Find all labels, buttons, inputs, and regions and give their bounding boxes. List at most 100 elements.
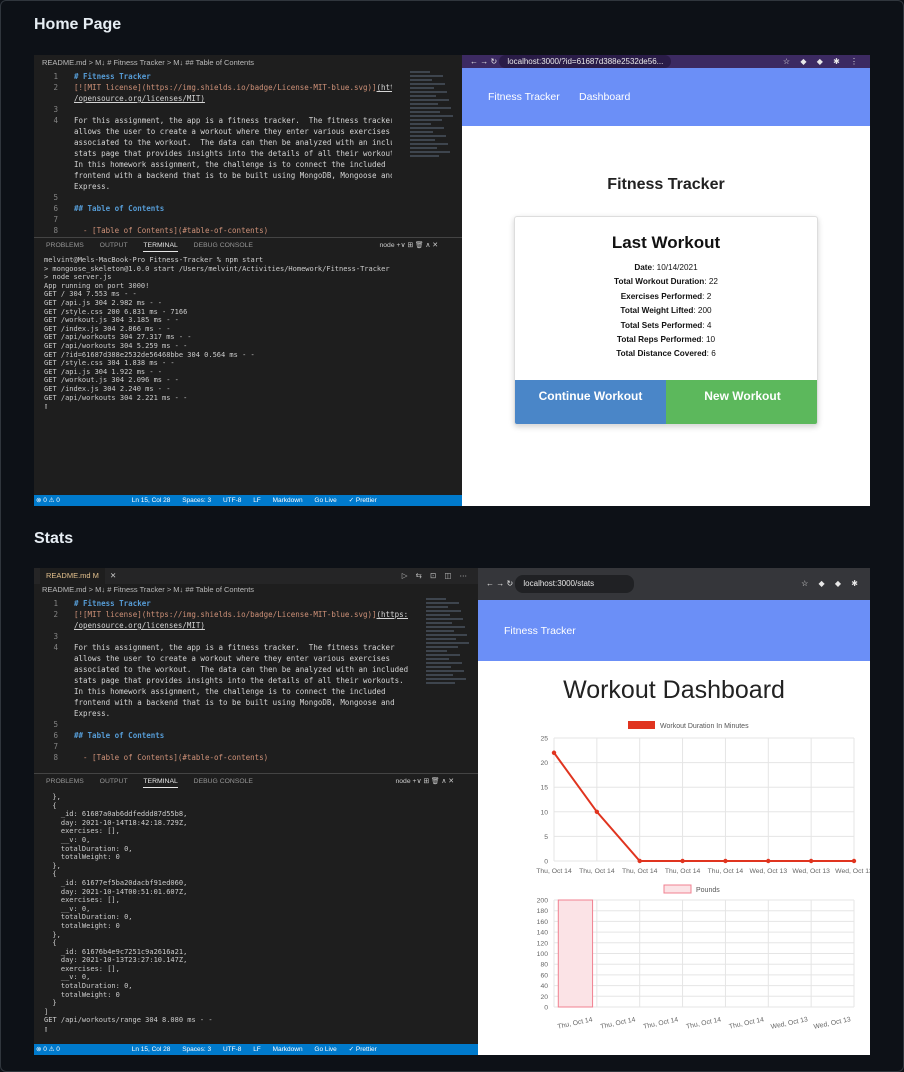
stat-label: Total Reps Performed [616, 335, 702, 345]
terminal-output[interactable]: melvint@Mels-MacBook-Pro Fitness-Tracker… [44, 256, 452, 492]
code-line[interactable]: stats page that provides insights into t… [74, 675, 408, 686]
terminal-output-stats[interactable]: }, { _id: 61687a0ab6ddfeddd87d55b8, day:… [44, 793, 468, 1038]
terminal-line: __v: 0, [44, 973, 91, 982]
code-line[interactable]: ## Table of Contents [74, 730, 408, 741]
link-url[interactable]: (https:/ [377, 610, 408, 619]
page-title: Fitness Tracker [607, 176, 725, 193]
status-eol[interactable]: LF [253, 497, 261, 504]
nav-dashboard-link[interactable]: Dashboard [579, 91, 630, 103]
status-indent[interactable]: Spaces: 3 [182, 1046, 211, 1053]
status-encoding[interactable]: UTF-8 [223, 1046, 241, 1053]
status-indent[interactable]: Spaces: 3 [182, 497, 211, 504]
code-line[interactable]: For this assignment, the app is a fitnes… [74, 115, 392, 126]
nav-brand-link[interactable]: Fitness Tracker [504, 625, 576, 637]
code-line[interactable]: associated to the workout. The data can … [74, 664, 408, 675]
back-icon[interactable]: ← [486, 579, 494, 588]
line-number: 2 [53, 610, 58, 619]
status-errors[interactable]: ⊗ 0 ⚠ 0 [36, 1046, 60, 1053]
status-errors[interactable]: ⊗ 0 ⚠ 0 [36, 497, 60, 504]
code-line[interactable]: /opensource.org/licenses/MIT) [74, 620, 408, 631]
minimap[interactable] [410, 71, 454, 159]
tab-terminal[interactable]: TERMINAL [143, 242, 178, 252]
status-go-live[interactable]: Go Live [314, 1046, 336, 1053]
x-tick-label: Thu, Oct 14 [665, 868, 701, 875]
terminal-line: > mongoose_skeleton@1.0.0 start /Users/m… [44, 264, 390, 273]
code-line[interactable]: frontend with a backend that is to be bu… [74, 697, 408, 708]
tab-output[interactable]: OUTPUT [100, 242, 128, 249]
code-line[interactable]: - [Table of Contents](#table-of-contents… [74, 225, 392, 236]
y-tick-label: 15 [540, 785, 548, 792]
terminal-actions[interactable]: node +∨ ⊞ 🗑 ∧ ✕ [379, 238, 438, 254]
code-line[interactable]: allows the user to create a workout wher… [74, 126, 392, 137]
code-line[interactable]: In this homework assignment, the challen… [74, 159, 392, 170]
section-heading-stats: Stats [34, 530, 74, 547]
readme-tab[interactable]: README.md M [40, 568, 105, 584]
code-line[interactable]: stats page that provides insights into t… [74, 148, 392, 159]
status-cursor-position[interactable]: Ln 15, Col 28 [132, 497, 171, 504]
code-line[interactable]: # Fitness Tracker [74, 71, 392, 82]
code-text: In this homework assignment, the challen… [74, 687, 386, 696]
terminal-actions[interactable]: node +∨ ⊞ 🗑 ∧ ✕ [395, 774, 454, 790]
code-line[interactable]: In this homework assignment, the challen… [74, 686, 408, 697]
reload-icon[interactable]: ↻ [490, 57, 497, 66]
tab-output[interactable]: OUTPUT [100, 778, 128, 785]
status-cursor-position[interactable]: Ln 15, Col 28 [132, 1046, 171, 1053]
duration-line-chart: Workout Duration In Minutes 0 5 10 15 20 25 Thu… [536, 721, 870, 875]
code-line[interactable]: For this assignment, the app is a fitnes… [74, 642, 408, 653]
forward-icon[interactable]: → [496, 579, 504, 588]
link-url[interactable]: (https:/ [377, 83, 392, 92]
code-line[interactable]: frontend with a backend that is to be bu… [74, 170, 392, 181]
status-language[interactable]: Markdown [273, 1046, 303, 1053]
code-line[interactable]: # Fitness Tracker [74, 598, 408, 609]
status-encoding[interactable]: UTF-8 [223, 497, 241, 504]
extensions-icons[interactable]: ☆ ◆ ◆ ✱ ⋮ [783, 55, 862, 68]
forward-icon[interactable]: → [480, 57, 488, 66]
reload-icon[interactable]: ↻ [506, 579, 513, 588]
editor-breadcrumb-stats[interactable]: README.md > M↓ # Fitness Tracker > M↓ ##… [34, 584, 478, 596]
code-line[interactable]: associated to the workout. The data can … [74, 137, 392, 148]
code-line[interactable]: [![MIT license](https://img.shields.io/b… [74, 82, 392, 93]
close-tab-icon[interactable]: ✕ [110, 571, 116, 580]
status-prettier[interactable]: ✓ Prettier [349, 1046, 377, 1053]
code-line[interactable]: allows the user to create a workout wher… [74, 653, 408, 664]
extensions-icons[interactable]: ☆ ◆ ◆ ✱ [801, 568, 862, 600]
new-workout-button[interactable]: New Workout [666, 380, 817, 424]
address-bar[interactable]: localhost:3000/stats [515, 575, 635, 593]
stat-row: Total Workout Duration: 22 [515, 275, 817, 289]
continue-workout-button[interactable]: Continue Workout [515, 380, 666, 424]
editor-actions[interactable]: ▷ ⇆ ⊡ ◫ ⋯ [402, 568, 470, 584]
status-go-live[interactable]: Go Live [314, 497, 336, 504]
stat-value: 10 [705, 335, 716, 345]
line-number: 1 [53, 72, 58, 81]
code-line[interactable]: Express. [74, 181, 392, 192]
data-point [637, 858, 642, 864]
tab-terminal[interactable]: TERMINAL [143, 778, 178, 788]
duration-series-line [553, 752, 854, 862]
nav-brand-link[interactable]: Fitness Tracker [488, 91, 560, 103]
tab-problems[interactable]: PROBLEMS [46, 242, 84, 249]
line-number: 3 [53, 632, 58, 641]
minimap[interactable] [426, 598, 470, 686]
code-line[interactable]: [![MIT license](https://img.shields.io/b… [74, 609, 408, 620]
x-tick-label: Thu, Oct 14 [536, 868, 572, 875]
markdown-editor-stats[interactable]: 1 # Fitness Tracker 2 [![MIT license](https… [34, 598, 478, 774]
status-language[interactable]: Markdown [273, 497, 303, 504]
tab-debug-console[interactable]: DEBUG CONSOLE [194, 778, 253, 785]
tab-debug-console[interactable]: DEBUG CONSOLE [194, 242, 253, 249]
status-eol[interactable]: LF [253, 1046, 261, 1053]
address-bar[interactable]: localhost:3000/?id=61687d388e2532de56... [499, 55, 672, 68]
terminal-line: GET /api/workouts 304 2.221 ms - - [44, 393, 188, 402]
editor-breadcrumb[interactable]: README.md > M↓ # Fitness Tracker > M↓ ##… [34, 57, 462, 69]
markdown-editor[interactable]: 1 # Fitness Tracker 2 [![MIT license](https… [34, 71, 462, 247]
tab-problems[interactable]: PROBLEMS [46, 778, 84, 785]
terminal-line: totalDuration: 0, [44, 982, 133, 991]
code-line[interactable]: - [Table of Contents](#table-of-contents… [74, 752, 408, 763]
code-line[interactable]: ## Table of Contents [74, 203, 392, 214]
status-prettier[interactable]: ✓ Prettier [349, 497, 377, 504]
stat-row: Total Distance Covered: 6 [515, 347, 817, 361]
x-tick-label: Thu, Oct 14 [686, 1016, 722, 1030]
code-line[interactable]: Express. [74, 708, 408, 719]
code-line[interactable]: /opensource.org/licenses/MIT) [74, 93, 392, 104]
back-icon[interactable]: ← [470, 57, 478, 66]
y-tick-label: 20 [540, 994, 548, 1001]
